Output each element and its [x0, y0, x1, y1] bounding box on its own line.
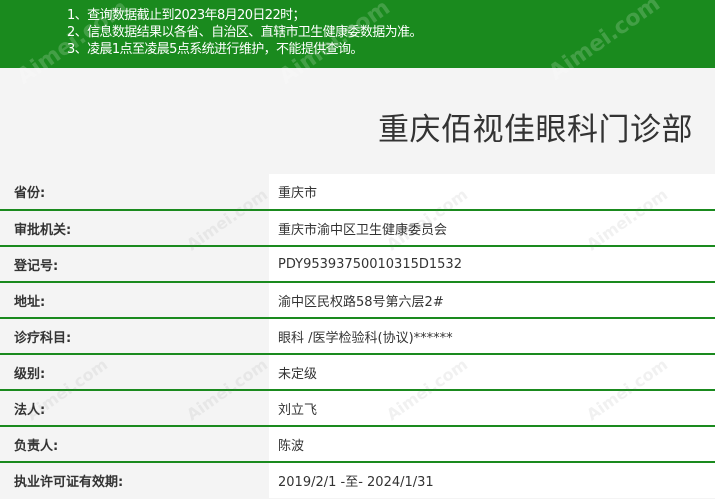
address-value: 渝中区民权路58号第六层2# [269, 282, 715, 318]
notice-line-2: 2、信息数据结果以各省、自治区、直辖市卫生健康委数据为准。 [67, 25, 422, 40]
notice-line-3: 3、凌晨1点至凌晨5点系统进行维护，不能提供查询。 [67, 42, 363, 57]
row-treatment-subjects: 诊疗科目: 眼科 /医学检验科(协议)****** [0, 318, 715, 354]
registration-number-label: 登记号: [0, 246, 269, 282]
row-approval-authority: 审批机关: 重庆市渝中区卫生健康委员会 [0, 210, 715, 246]
legal-person-label: 法人: [0, 390, 269, 426]
province-value: 重庆市 [269, 174, 715, 210]
person-in-charge-label: 负责人: [0, 426, 269, 462]
row-province: 省份: 重庆市 [0, 174, 715, 210]
license-validity-label: 执业许可证有效期: [0, 462, 269, 498]
treatment-subjects-label: 诊疗科目: [0, 318, 269, 354]
row-level: 级别: 未定级 [0, 354, 715, 390]
person-in-charge-value: 陈波 [269, 426, 715, 462]
clinic-title: 重庆佰视佳眼科门诊部 [378, 112, 693, 148]
level-label: 级别: [0, 354, 269, 390]
address-label: 地址: [0, 282, 269, 318]
approval-authority-value: 重庆市渝中区卫生健康委员会 [269, 210, 715, 246]
legal-person-value: 刘立飞 [269, 390, 715, 426]
registration-number-value: PDY95393750010315D1532 [269, 246, 715, 282]
row-legal-person: 法人: 刘立飞 [0, 390, 715, 426]
row-person-in-charge: 负责人: 陈波 [0, 426, 715, 462]
row-address: 地址: 渝中区民权路58号第六层2# [0, 282, 715, 318]
row-registration-number: 登记号: PDY95393750010315D1532 [0, 246, 715, 282]
page: 1、查询数据截止到2023年8月20日22时； 2、信息数据结果以各省、自治区、… [0, 0, 715, 499]
license-validity-value: 2019/2/1 -至- 2024/1/31 [269, 462, 715, 498]
treatment-subjects-value: 眼科 /医学检验科(协议)****** [269, 318, 715, 354]
notice-banner: 1、查询数据截止到2023年8月20日22时； 2、信息数据结果以各省、自治区、… [0, 0, 715, 68]
row-license-validity: 执业许可证有效期: 2019/2/1 -至- 2024/1/31 [0, 462, 715, 498]
level-value: 未定级 [269, 354, 715, 390]
province-label: 省份: [0, 174, 269, 210]
approval-authority-label: 审批机关: [0, 210, 269, 246]
clinic-info-table: 省份: 重庆市 审批机关: 重庆市渝中区卫生健康委员会 登记号: PDY9539… [0, 174, 715, 498]
notice-line-1: 1、查询数据截止到2023年8月20日22时； [67, 8, 306, 23]
